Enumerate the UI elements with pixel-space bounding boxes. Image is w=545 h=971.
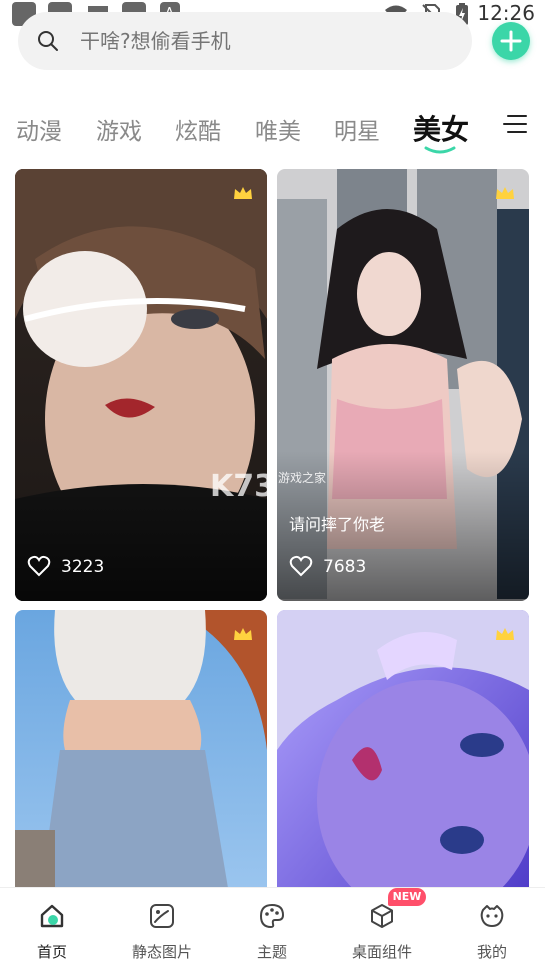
tab-cool[interactable]: 炫酷 <box>175 112 221 146</box>
active-tab-indicator <box>424 146 456 154</box>
watermark-logo: K73 游戏之家 <box>210 464 350 504</box>
nav-home[interactable]: 首页 <box>2 888 102 971</box>
tab-beautiful[interactable]: 唯美 <box>255 112 301 146</box>
heart-icon[interactable] <box>27 555 51 577</box>
heart-icon[interactable] <box>289 555 313 577</box>
nav-static-images[interactable]: 静态图片 <box>112 888 212 971</box>
like-count: 7683 <box>323 557 367 577</box>
tab-games[interactable]: 游戏 <box>96 112 142 146</box>
nav-label: 桌面组件 <box>351 943 412 961</box>
search-icon <box>38 31 58 51</box>
crown-icon <box>496 628 514 640</box>
nav-label: 静态图片 <box>131 943 192 961</box>
crown-icon <box>234 628 252 640</box>
tab-beauty[interactable]: 美女 <box>413 108 469 148</box>
nav-theme[interactable]: 主题 <box>222 888 322 971</box>
palette-icon <box>259 903 285 929</box>
nav-label: 主题 <box>256 943 287 961</box>
wallpaper-card[interactable] <box>277 610 529 900</box>
new-badge: NEW <box>388 888 426 906</box>
crown-icon <box>496 187 514 199</box>
wallpaper-image <box>15 610 267 900</box>
profile-icon <box>480 905 504 927</box>
bottom-nav: 首页 静态图片 主题 NEW 桌面组件 我的 <box>0 887 545 971</box>
tab-anime[interactable]: 动漫 <box>16 112 62 146</box>
wallpaper-image <box>277 610 529 900</box>
wallpaper-card[interactable] <box>15 610 267 900</box>
category-tabs: 动漫 游戏 炫酷 唯美 明星 美女 <box>0 108 545 156</box>
svg-text:游戏之家: 游戏之家 <box>278 470 326 485</box>
nav-profile[interactable]: 我的 <box>442 888 542 971</box>
nav-label: 我的 <box>476 943 507 961</box>
cube-icon <box>371 904 393 928</box>
nav-desktop-widgets[interactable]: NEW 桌面组件 <box>332 888 432 971</box>
tab-celebrities[interactable]: 明星 <box>334 112 380 146</box>
add-button[interactable] <box>492 22 530 60</box>
like-count: 3223 <box>61 557 105 577</box>
search-input[interactable] <box>80 26 440 56</box>
menu-icon[interactable] <box>502 112 528 136</box>
card-caption: 请问摔了你老 <box>289 515 386 534</box>
home-icon <box>40 904 64 928</box>
svg-text:K73: K73 <box>210 469 275 504</box>
wallpaper-card[interactable]: 3223 <box>15 169 267 601</box>
wallpaper-card[interactable]: 请问摔了你老 7683 <box>277 169 529 601</box>
nav-label: 首页 <box>36 943 67 961</box>
crown-icon <box>234 187 252 199</box>
search-bar[interactable] <box>18 12 472 70</box>
card-overlay <box>15 491 267 601</box>
plus-icon <box>500 30 522 52</box>
image-icon <box>150 904 174 928</box>
